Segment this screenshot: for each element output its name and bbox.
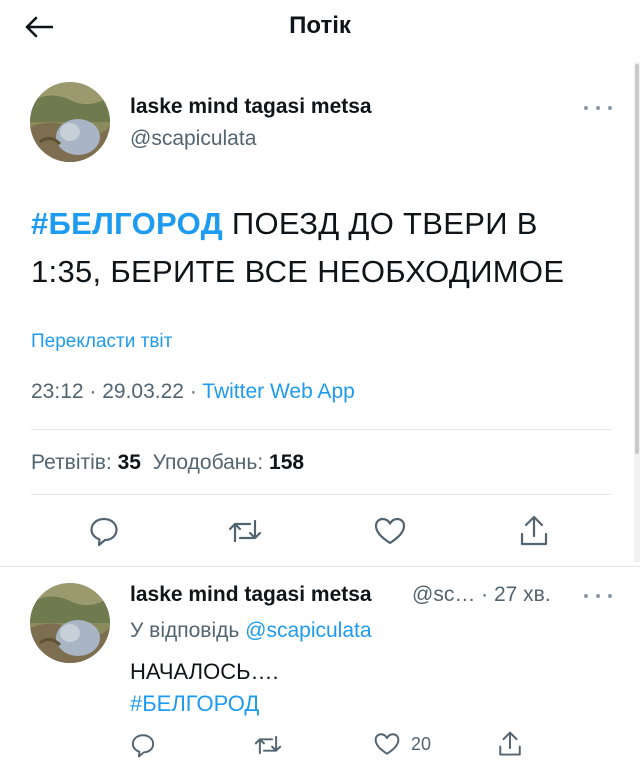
reply-bubble-icon xyxy=(131,734,155,758)
divider xyxy=(31,429,611,430)
reply-bubble-icon xyxy=(90,517,118,547)
reply-retweet-button[interactable] xyxy=(254,732,282,758)
hashtag-link[interactable]: #БЕЛГОРОД xyxy=(31,206,223,241)
share-button[interactable] xyxy=(518,514,550,548)
more-horizontal-icon xyxy=(584,106,588,110)
tweet-source[interactable]: Twitter Web App xyxy=(202,380,355,403)
reply-more-button[interactable] xyxy=(584,590,612,602)
retweet-button[interactable] xyxy=(228,515,262,547)
more-horizontal-icon xyxy=(584,594,588,598)
retweet-icon xyxy=(254,735,282,755)
page-title: Потік xyxy=(289,12,351,39)
top-bar: Потік xyxy=(0,0,640,56)
heart-icon xyxy=(374,733,400,755)
reply-like-button[interactable]: 20 xyxy=(373,731,431,757)
tweet-meta: 23:12 · 29.03.22 · Twitter Web App xyxy=(31,380,355,404)
reply-author-handle[interactable]: @sc… xyxy=(412,583,475,606)
replying-to-label: У відповідь xyxy=(130,619,246,642)
avatar-image xyxy=(30,82,110,162)
tweet-stats: Ретвітів: 35 Уподобань: 158 xyxy=(31,451,304,475)
section-divider xyxy=(0,566,640,567)
author-name[interactable]: laske mind tagasi metsa xyxy=(130,95,372,119)
heart-icon xyxy=(374,517,406,545)
tweet-time[interactable]: 23:12 xyxy=(31,380,84,403)
meta-separator: · xyxy=(83,380,103,403)
more-dot xyxy=(596,594,600,598)
likes-label: Уподобань: xyxy=(152,451,264,474)
more-button[interactable] xyxy=(584,102,612,114)
reply-button[interactable] xyxy=(88,515,120,547)
meta-separator: · xyxy=(183,380,203,403)
avatar[interactable] xyxy=(30,82,110,162)
retweets-stat[interactable]: Ретвітів: 35 xyxy=(31,451,141,474)
translate-link[interactable]: Перекласти твіт xyxy=(31,331,172,353)
more-dot xyxy=(596,106,600,110)
more-dot xyxy=(608,594,612,598)
share-icon xyxy=(499,731,521,756)
divider xyxy=(31,494,611,495)
more-dot xyxy=(608,106,612,110)
likes-stat[interactable]: Уподобань: 158 xyxy=(153,451,304,474)
reply-time[interactable]: · 27 хв. xyxy=(475,583,551,606)
retweets-label: Ретвітів: xyxy=(31,451,112,474)
retweet-icon xyxy=(228,519,262,543)
likes-count: 158 xyxy=(269,451,305,474)
reply-text: НАЧАЛОСЬ…. #БЕЛГОРОД xyxy=(130,656,279,720)
author-handle[interactable]: @scapiculata xyxy=(130,127,256,151)
reply-share-button[interactable] xyxy=(497,730,523,758)
avatar-image xyxy=(30,583,110,663)
reply-avatar[interactable] xyxy=(30,583,110,663)
tweet-text: #БЕЛГОРОД ПОЕЗД ДО ТВЕРИ В 1:35, БЕРИТЕ … xyxy=(31,200,611,296)
reply-like-count: 20 xyxy=(411,733,432,754)
reply-hashtag-link[interactable]: #БЕЛГОРОД xyxy=(130,688,279,720)
tweet-date[interactable]: 29.03.22 xyxy=(102,380,184,403)
replying-to-mention[interactable]: @scapiculata xyxy=(245,619,371,642)
replying-to: У відповідь @scapiculata xyxy=(130,619,372,643)
reply-reply-button[interactable] xyxy=(130,732,156,758)
share-icon xyxy=(520,515,548,546)
reply-author-name[interactable]: laske mind tagasi metsa xyxy=(130,583,372,607)
reply-body-text: НАЧАЛОСЬ…. xyxy=(130,659,279,684)
like-button[interactable] xyxy=(373,515,407,547)
scrollbar-thumb[interactable] xyxy=(635,64,639,454)
reply-author-meta: @sc… · 27 хв. xyxy=(412,583,551,607)
retweets-count: 35 xyxy=(117,451,141,474)
